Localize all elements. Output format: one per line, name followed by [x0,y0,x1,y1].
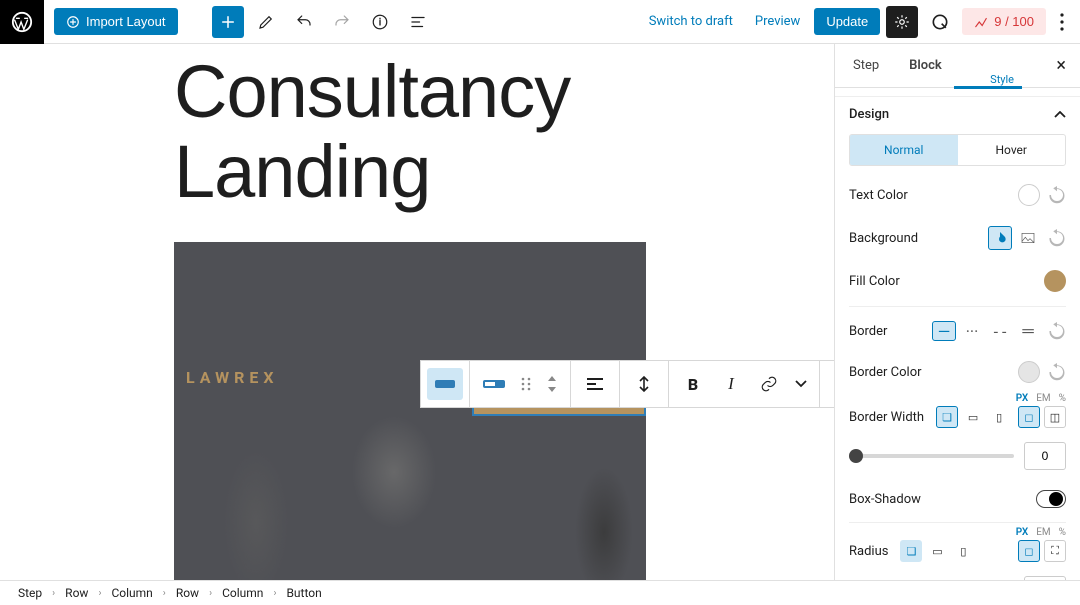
border-style-double[interactable]: ═ [1016,321,1040,341]
tab-step[interactable]: Step [849,46,883,85]
state-tab-normal[interactable]: Normal [850,135,958,165]
link-button[interactable] [751,362,787,406]
border-width-label: Border Width [849,410,924,425]
editor-canvas[interactable]: Consultancy Landing LAWREX FREE COUSULAT… [0,44,834,580]
background-type-color[interactable] [988,226,1012,250]
radius-unit-px[interactable]: PX [1016,527,1029,538]
settings-button[interactable] [886,6,918,38]
border-width-slider[interactable] [849,454,1014,458]
border-color-swatch[interactable] [1018,361,1040,383]
update-label: Update [826,14,868,29]
undo-button[interactable] [288,6,320,38]
italic-button[interactable]: I [713,362,749,406]
border-style-dashed[interactable]: - - [988,321,1012,341]
close-sidebar-button[interactable]: × [1056,55,1066,76]
brand-logo-text[interactable]: LAWREX [186,368,279,387]
more-menu-button[interactable] [1052,6,1072,38]
design-section-label: Design [849,107,889,122]
settings-sidebar: Step Block × Style Design Normal Hover T… [834,44,1080,580]
redo-button[interactable] [326,6,358,38]
crumb-row-2[interactable]: Row [176,586,199,600]
state-tab-hover[interactable]: Hover [958,135,1066,165]
qubely-icon[interactable] [924,6,956,38]
device-desktop-icon[interactable]: ❏ [936,406,958,428]
border-label: Border [849,324,887,339]
radius-unit-em[interactable]: EM [1036,527,1050,538]
reset-border-icon[interactable] [1048,322,1066,340]
crumb-column-2[interactable]: Column [222,586,263,600]
wordpress-logo[interactable] [0,0,44,44]
switch-to-draft-link[interactable]: Switch to draft [641,8,741,35]
fill-color-swatch[interactable] [1044,270,1066,292]
unit-px[interactable]: PX [1016,393,1029,404]
chevron-up-icon [1054,111,1066,119]
text-color-swatch[interactable] [1018,184,1040,206]
border-width-unlinked-icon[interactable]: ◫ [1044,406,1066,428]
reset-border-color-icon[interactable] [1048,363,1066,381]
background-label: Background [849,231,918,246]
radius-label: Radius [849,544,888,559]
crumb-step[interactable]: Step [18,586,42,600]
radius-unit-pct[interactable]: % [1059,527,1066,538]
tab-block[interactable]: Block [905,46,946,85]
border-width-input[interactable] [1024,442,1066,470]
more-rich-text-button[interactable] [789,362,813,406]
update-button[interactable]: Update [814,8,880,35]
import-layout-button[interactable]: Import Layout [54,8,178,35]
drag-handle[interactable] [514,362,538,406]
radius-device-desktop-icon[interactable]: ❏ [900,540,922,562]
move-updown-button[interactable] [540,362,564,406]
radius-unlinked-icon[interactable]: ⛶ [1044,540,1066,562]
design-section-toggle[interactable]: Design [835,96,1080,132]
border-style-solid[interactable]: — [932,321,956,341]
preview-link[interactable]: Preview [747,8,808,35]
reset-text-color-icon[interactable] [1048,186,1066,204]
hero-block[interactable]: LAWREX FREE COUSULATION [174,242,646,580]
breadcrumb: Step› Row› Column› Row› Column› Button [0,580,1080,605]
outline-button[interactable] [402,6,434,38]
block-toolbar: B I [420,360,834,408]
device-mobile-icon[interactable]: ▯ [988,406,1010,428]
border-color-label: Border Color [849,365,922,380]
edit-tool-button[interactable] [250,6,282,38]
vertical-align-button[interactable] [626,362,662,406]
fill-color-label: Fill Color [849,274,900,289]
box-shadow-label: Box-Shadow [849,492,921,507]
border-style-dotted[interactable]: ··· [960,321,984,341]
bold-button[interactable]: B [675,362,711,406]
block-more-button[interactable] [826,362,834,406]
page-title[interactable]: Consultancy Landing [0,44,822,242]
info-button[interactable] [364,6,396,38]
reset-background-icon[interactable] [1048,229,1066,247]
subtab-style[interactable]: Style [990,73,1014,86]
device-tablet-icon[interactable]: ▭ [962,406,984,428]
radius-device-mobile-icon[interactable]: ▯ [952,540,974,562]
add-block-button[interactable] [212,6,244,38]
parent-block-button[interactable] [476,362,512,406]
crumb-column-1[interactable]: Column [111,586,152,600]
box-shadow-toggle[interactable] [1036,490,1066,508]
unit-em[interactable]: EM [1036,393,1050,404]
crumb-button[interactable]: Button [286,586,321,600]
radius-linked-icon[interactable]: ◻ [1018,540,1040,562]
performance-score-label: 9 / 100 [994,14,1034,29]
crumb-row-1[interactable]: Row [65,586,88,600]
align-button[interactable] [577,362,613,406]
background-type-image[interactable] [1016,226,1040,250]
performance-score-button[interactable]: 9 / 100 [962,8,1046,35]
border-width-linked-icon[interactable]: ◻ [1018,406,1040,428]
block-type-button[interactable] [427,368,463,400]
import-layout-label: Import Layout [86,14,166,29]
text-color-label: Text Color [849,188,908,203]
unit-pct[interactable]: % [1059,393,1066,404]
radius-device-tablet-icon[interactable]: ▭ [926,540,948,562]
